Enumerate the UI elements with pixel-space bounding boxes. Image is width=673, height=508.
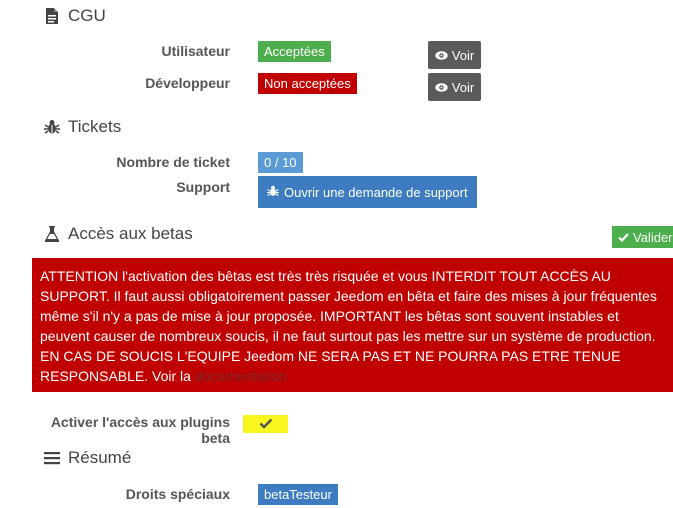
- resume-section-title: Résumé: [44, 448, 131, 468]
- bug-icon: [267, 185, 279, 200]
- bug-icon: [44, 119, 60, 135]
- cgu-title: CGU: [68, 6, 106, 25]
- beta-warning-text: ATTENTION l'activation des bêtas est trè…: [40, 268, 657, 384]
- check-icon: [618, 230, 629, 245]
- voir-label: Voir: [451, 79, 475, 95]
- validate-label: Valider: [633, 229, 673, 245]
- validate-button[interactable]: Valider: [612, 226, 673, 248]
- cgu-user-status-badge: Acceptées: [258, 41, 331, 62]
- check-icon: [259, 416, 273, 432]
- open-support-request-button[interactable]: Ouvrir une demande de support: [258, 176, 477, 208]
- documentation-link[interactable]: documentation: [195, 368, 287, 384]
- cgu-user-label: Utilisateur: [161, 43, 230, 59]
- support-button-label: Ouvrir une demande de support: [284, 184, 468, 200]
- special-rights-badge: betaTesteur: [258, 484, 338, 505]
- plugins-beta-label: Activer l'accès aux plugins beta: [50, 414, 230, 446]
- special-rights-label: Droits spéciaux: [125, 486, 230, 502]
- plugins-beta-checkbox[interactable]: [243, 415, 288, 433]
- tickets-section-title: Tickets: [44, 117, 121, 137]
- cgu-dev-voir-button[interactable]: Voir: [428, 73, 481, 101]
- beta-warning-alert: ATTENTION l'activation des bêtas est trè…: [32, 258, 673, 392]
- support-label: Support: [176, 179, 230, 195]
- eye-icon: [435, 80, 448, 95]
- betas-section-title: Accès aux betas: [44, 224, 193, 244]
- voir-label: Voir: [451, 47, 475, 63]
- cgu-user-voir-button[interactable]: Voir: [428, 41, 481, 69]
- ticket-count-label: Nombre de ticket: [116, 154, 230, 170]
- flask-icon: [44, 226, 60, 242]
- cgu-dev-label: Développeur: [145, 75, 230, 91]
- file-icon: [44, 8, 60, 24]
- resume-title: Résumé: [68, 448, 132, 467]
- ticket-count-badge: 0 / 10: [258, 152, 303, 173]
- tickets-title: Tickets: [68, 117, 122, 136]
- bars-icon: [44, 450, 60, 466]
- eye-icon: [435, 48, 448, 63]
- betas-title: Accès aux betas: [68, 224, 193, 243]
- cgu-dev-status-badge: Non acceptées: [258, 73, 357, 94]
- cgu-section-title: CGU: [44, 6, 106, 26]
